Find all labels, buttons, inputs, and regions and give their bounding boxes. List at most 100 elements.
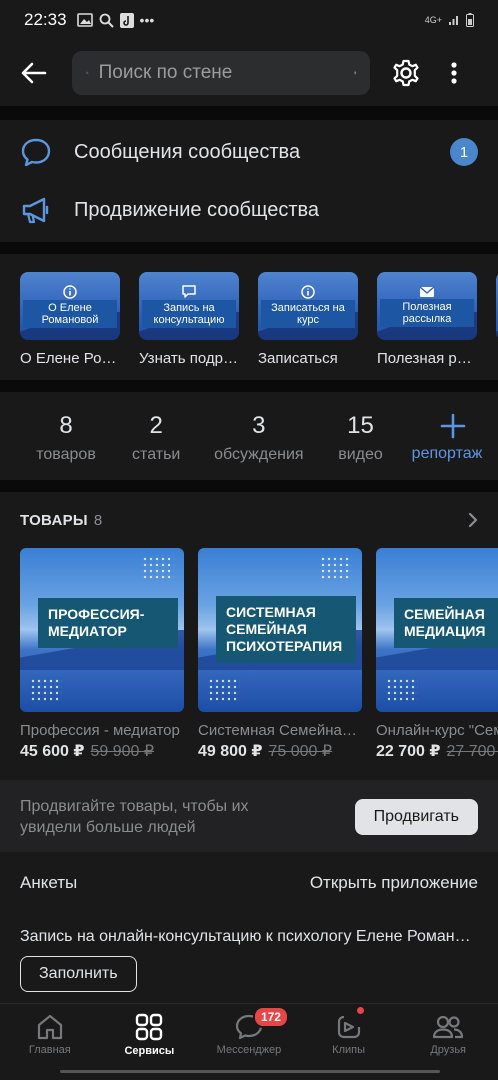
tab-label: Клипы <box>332 1043 365 1056</box>
services-icon <box>136 1013 163 1040</box>
tab-home[interactable]: Главная <box>0 1004 100 1065</box>
info-icon <box>301 284 315 299</box>
back-button[interactable] <box>12 51 56 95</box>
counters-row: 8 товаров 2 статьи 3 обсуждения 15 видео… <box>0 392 498 480</box>
plus-icon <box>440 413 465 439</box>
good-item[interactable]: ПРОФЕССИЯ-МЕДИАТОР Профессия - медиатор … <box>20 548 184 761</box>
menu-tile-image: Записаться на курс <box>258 272 358 340</box>
gesture-handle[interactable] <box>60 1070 440 1073</box>
counter-articles[interactable]: 2 статьи <box>112 412 200 464</box>
good-banner-text: СЕМЕЙНАЯ МЕДИАЦИЯ <box>394 598 498 648</box>
menu-tile-course[interactable]: Записаться на курс Записаться <box>258 272 358 367</box>
promote-button[interactable]: Продвигать <box>354 799 478 835</box>
promote-text: Продвигайте товары, чтобы их увидели бол… <box>20 798 249 836</box>
tab-clips[interactable]: Клипы <box>299 1004 399 1065</box>
messages-count-badge: 1 <box>450 138 478 166</box>
community-messages-row[interactable]: Сообщения сообщества 1 <box>0 123 498 181</box>
clips-new-dot <box>356 1007 364 1014</box>
search-input[interactable] <box>98 62 344 84</box>
network-type: 4G+ <box>424 15 442 25</box>
arrow-left-icon <box>21 62 47 84</box>
status-bar: 22:33 ••• 4G+ <box>0 0 498 40</box>
counter-number: 8 <box>59 412 73 439</box>
search-field[interactable] <box>72 51 370 95</box>
counter-goods[interactable]: 8 товаров <box>20 412 112 464</box>
community-promotion-label: Продвижение сообщества <box>74 198 320 221</box>
community-promotion-row[interactable]: Продвижение сообщества <box>0 181 498 239</box>
chevron-right-icon <box>468 512 478 528</box>
counters-card: 8 товаров 2 статьи 3 обсуждения 15 видео… <box>0 392 498 480</box>
goods-count: 8 <box>93 511 103 529</box>
community-menu-card: О Елене Романовой О Елене Романовой Запи… <box>0 254 498 380</box>
menu-tile-image: Запись на консультацию <box>139 272 239 340</box>
menu-tile-caption: О Елене Романовой <box>20 350 120 367</box>
menu-tile-about[interactable]: О Елене Романовой О Елене Романовой <box>20 272 120 367</box>
menu-tile-image: Полезная рассылка <box>377 272 477 340</box>
tab-messenger[interactable]: Мессенджер 172 <box>199 1004 299 1065</box>
tab-label: Мессенджер <box>216 1043 282 1056</box>
good-name: Профессия - медиатор <box>20 722 180 739</box>
good-price: 49 800 ₽ 75 000 ₽ <box>198 741 362 761</box>
form-title: Запись на онлайн-консультацию к психолог… <box>20 928 490 945</box>
counter-videos[interactable]: 15 видео <box>317 412 403 464</box>
more-notifications-icon: ••• <box>139 12 155 28</box>
tab-label: Сервисы <box>124 1044 175 1057</box>
menu-tile-image: О Елене Романовой <box>20 272 120 340</box>
counter-label: обсуждения <box>214 446 304 463</box>
megaphone-icon <box>22 197 49 224</box>
good-item[interactable]: СЕМЕЙНАЯ МЕДИАЦИЯ Онлайн-курс "Семейная … <box>376 548 498 761</box>
menu-tile-caption: Полезная рассылка <box>377 350 477 367</box>
goods-list: ПРОФЕССИЯ-МЕДИАТОР Профессия - медиатор … <box>0 548 498 761</box>
good-price: 22 700 ₽ 27 700 ₽ <box>376 741 498 761</box>
gallery-icon <box>76 13 93 27</box>
menu-tile-newsletter[interactable]: Полезная рассылка Полезная рассылка <box>377 272 477 367</box>
goods-card: ТОВАРЫ 8 ПРОФЕССИЯ-МЕДИАТОР Профессия - … <box>0 492 498 780</box>
battery-icon <box>466 13 474 27</box>
counter-discussions[interactable]: 3 обсуждения <box>200 412 317 464</box>
top-bar <box>0 40 498 106</box>
good-name: Онлайн-курс "Семейная медиация" <box>376 722 498 739</box>
tiktok-icon <box>119 12 134 28</box>
messenger-unread-badge: 172 <box>252 1006 289 1028</box>
counter-label: статьи <box>132 446 181 463</box>
good-current-price: 45 600 ₽ <box>20 743 85 760</box>
tab-friends[interactable]: Друзья <box>398 1004 498 1065</box>
clips-icon <box>337 1015 360 1038</box>
chat-icon <box>182 284 196 298</box>
goods-title: ТОВАРЫ <box>20 511 88 529</box>
more-options-button[interactable] <box>438 51 470 95</box>
friends-icon <box>433 1015 464 1038</box>
bottom-tab-bar: Главная Сервисы Мессенджер 172 Клипы Дру… <box>0 1003 498 1065</box>
add-report-label: репортаж <box>411 445 483 462</box>
add-report-button[interactable]: репортаж <box>412 413 498 463</box>
gear-icon <box>393 59 419 87</box>
home-icon <box>37 1014 62 1039</box>
status-notification-icons: ••• <box>76 12 155 28</box>
good-current-price: 22 700 ₽ <box>376 743 441 760</box>
counter-number: 3 <box>252 412 266 439</box>
menu-tile-text: Запись на консультацию <box>142 299 236 328</box>
goods-header[interactable]: ТОВАРЫ 8 <box>0 492 498 548</box>
microphone-icon[interactable] <box>353 61 356 85</box>
tab-label: Главная <box>28 1043 71 1056</box>
status-time: 22:33 <box>24 10 67 29</box>
good-banner-text: ПРОФЕССИЯ-МЕДИАТОР <box>38 598 178 648</box>
counter-label: видео <box>338 446 383 463</box>
counter-number: 2 <box>149 412 163 439</box>
menu-tile-text: Полезная рассылка <box>380 298 474 327</box>
menu-tile-text: Записаться на курс <box>261 299 355 328</box>
menu-tile-consultation[interactable]: Запись на консультацию Узнать подробнее <box>139 272 239 367</box>
settings-button[interactable] <box>384 51 428 95</box>
community-actions-card: Сообщения сообщества 1 Продвижение сообщ… <box>0 120 498 242</box>
info-icon <box>63 284 77 299</box>
good-item[interactable]: СИСТЕМНАЯ СЕМЕЙНАЯ ПСИХОТЕРАПИЯ Системна… <box>198 548 362 761</box>
promote-goods-banner: Продвигайте товары, чтобы их увидели бол… <box>0 780 498 854</box>
counter-label: товаров <box>36 446 96 463</box>
menu-tiles-row: О Елене Романовой О Елене Романовой Запи… <box>0 254 498 367</box>
community-messages-label: Сообщения сообщества <box>74 140 301 163</box>
open-app-link[interactable]: Открыть приложение <box>310 873 478 893</box>
good-old-price: 59 900 ₽ <box>90 743 155 760</box>
fill-form-button[interactable]: Заполнить <box>20 956 137 992</box>
tab-services[interactable]: Сервисы <box>100 1004 200 1065</box>
forms-header: Анкеты Открыть приложение <box>0 852 498 914</box>
